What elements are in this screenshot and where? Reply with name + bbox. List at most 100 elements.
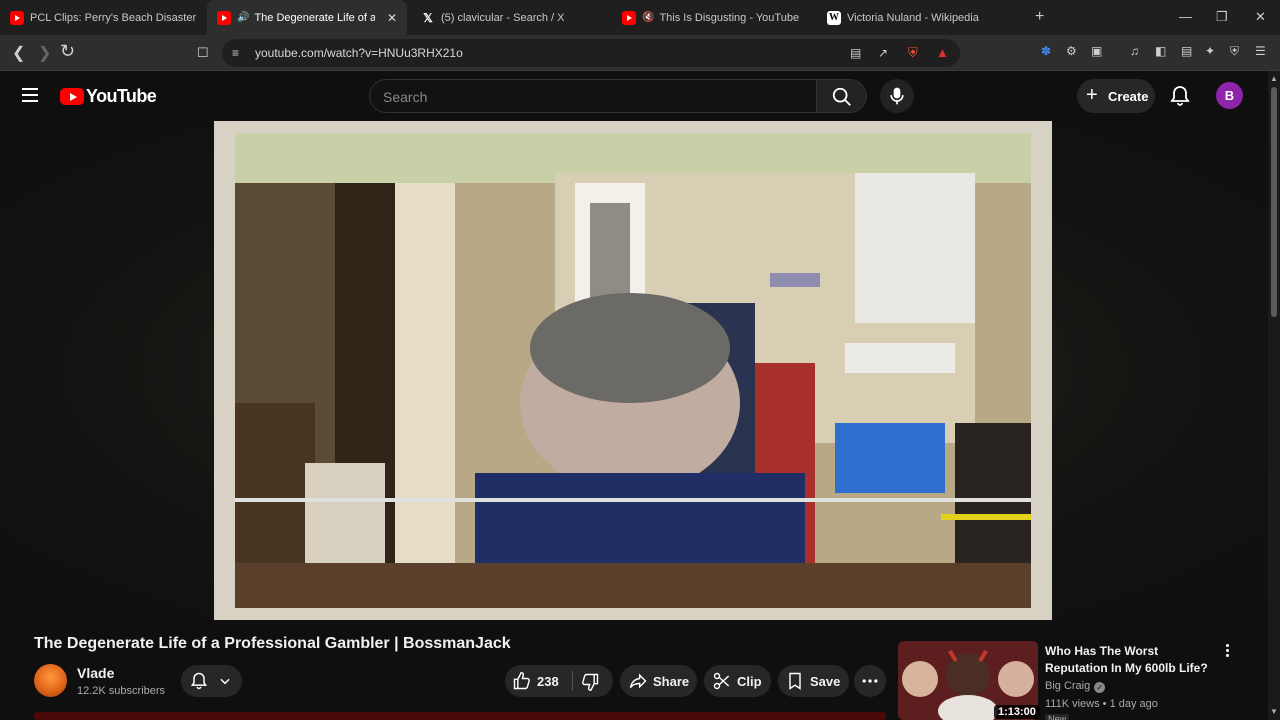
browser-tab[interactable]: W Victoria Nuland - Wikipedia bbox=[817, 0, 1017, 35]
recommendation-title[interactable]: Who Has The Worst Reputation In My 600lb… bbox=[1045, 643, 1215, 677]
like-count[interactable]: 238 bbox=[537, 674, 559, 689]
speaker-icon[interactable]: 🔊 bbox=[237, 12, 249, 23]
clip-label: Clip bbox=[737, 674, 762, 689]
verified-check-icon: ✓ bbox=[1094, 682, 1106, 693]
recommendation-channel-name: Big Craig bbox=[1045, 680, 1091, 692]
save-label: Save bbox=[810, 674, 841, 689]
voice-search-button[interactable] bbox=[880, 79, 914, 113]
save-button[interactable]: Save bbox=[778, 665, 849, 697]
bell-icon bbox=[190, 672, 208, 690]
search-icon bbox=[832, 87, 851, 106]
youtube-logo[interactable]: YouTube bbox=[60, 86, 157, 107]
brave-shields-icon[interactable]: ⛨ bbox=[908, 45, 918, 61]
media-icon[interactable]: ♫ bbox=[1130, 44, 1139, 58]
video-frame-image bbox=[235, 133, 1031, 608]
create-button[interactable]: + Create bbox=[1077, 79, 1155, 113]
url-text[interactable]: youtube.com/watch?v=HNUu3RHX21o bbox=[255, 46, 463, 60]
youtube-play-icon bbox=[60, 88, 84, 105]
browser-tab-title: This Is Disgusting - YouTube bbox=[659, 11, 800, 24]
video-frame bbox=[235, 133, 1031, 608]
new-tab-icon[interactable]: + bbox=[1035, 8, 1044, 26]
share-label: Share bbox=[653, 674, 690, 689]
share-button[interactable]: Share bbox=[620, 665, 697, 697]
video-player[interactable] bbox=[214, 121, 1052, 620]
scrollbar-thumb[interactable] bbox=[1271, 87, 1277, 317]
minimize-icon[interactable]: — bbox=[1179, 9, 1192, 24]
scroll-up-arrow-icon[interactable]: ▲ bbox=[1270, 74, 1278, 83]
page-scrollbar[interactable]: ▲ ▼ bbox=[1268, 71, 1280, 720]
channel-name[interactable]: Vlade bbox=[77, 665, 114, 681]
scroll-down-arrow-icon[interactable]: ▼ bbox=[1270, 707, 1278, 716]
forward-icon[interactable]: ❯ bbox=[38, 43, 51, 63]
reading-list-icon[interactable]: ▣ bbox=[1091, 44, 1102, 58]
bookmark-icon bbox=[789, 672, 801, 690]
browser-tab[interactable]: 𝕏 (5) clavicular - Search / X bbox=[407, 0, 612, 35]
vpn-icon[interactable]: ✽ bbox=[1041, 44, 1051, 58]
site-settings-icon[interactable]: ≡ bbox=[232, 46, 239, 60]
search-input[interactable]: Search bbox=[369, 79, 817, 113]
menu-icon[interactable]: ☰ bbox=[1255, 44, 1266, 58]
leo-ai-icon[interactable]: ✦ bbox=[1205, 44, 1215, 58]
microphone-icon bbox=[890, 87, 904, 105]
recommendation-channel[interactable]: Big Craig ✓ bbox=[1045, 680, 1106, 693]
more-horizontal-icon bbox=[862, 679, 878, 683]
chevron-down-icon bbox=[220, 678, 230, 685]
extensions-icon[interactable]: ⚙ bbox=[1066, 44, 1077, 58]
cast-icon[interactable]: ▤ bbox=[850, 46, 861, 60]
bookmark-icon[interactable]: ☐ bbox=[197, 45, 209, 61]
subscription-notifications-button[interactable] bbox=[181, 665, 242, 697]
wallet-icon[interactable]: ▤ bbox=[1181, 44, 1192, 58]
video-title: The Degenerate Life of a Professional Ga… bbox=[34, 635, 511, 652]
browser-tab-title: Victoria Nuland - Wikipedia bbox=[847, 11, 979, 24]
x-icon: 𝕏 bbox=[423, 10, 433, 25]
youtube-masthead: YouTube Search + Create B bbox=[0, 71, 1280, 121]
new-badge: New bbox=[1045, 714, 1070, 720]
recommendation-meta: 111K views • 1 day ago bbox=[1045, 698, 1158, 710]
browser-tab[interactable]: PCL Clips: Perry's Beach Disaster - Yo bbox=[0, 0, 207, 35]
browser-tab-active[interactable]: 🔊 The Degenerate Life of a Prof ✕ bbox=[207, 0, 407, 35]
wikipedia-icon: W bbox=[827, 10, 841, 25]
restore-icon[interactable]: ❐ bbox=[1216, 9, 1228, 25]
like-dislike-group: 238 bbox=[505, 665, 613, 697]
brave-rewards-icon[interactable]: ▲ bbox=[936, 45, 949, 60]
share-icon bbox=[629, 673, 647, 689]
plus-icon: + bbox=[1086, 84, 1098, 106]
account-avatar[interactable]: B bbox=[1216, 82, 1243, 109]
search-placeholder: Search bbox=[383, 89, 428, 105]
close-window-icon[interactable]: ✕ bbox=[1255, 9, 1266, 25]
like-divider bbox=[572, 671, 573, 691]
browser-tab-title: (5) clavicular - Search / X bbox=[441, 11, 565, 24]
browser-tab-title: The Degenerate Life of a Prof bbox=[254, 11, 375, 24]
browser-toolbar: ❮ ❯ ↻ ☐ ≡ youtube.com/watch?v=HNUu3RHX21… bbox=[0, 35, 1280, 71]
browser-tab-title: PCL Clips: Perry's Beach Disaster - Yo bbox=[30, 11, 197, 24]
video-duration: 1:13:00 bbox=[994, 705, 1040, 719]
youtube-logo-text: YouTube bbox=[86, 86, 157, 106]
close-tab-icon[interactable]: ✕ bbox=[387, 11, 397, 25]
channel-avatar[interactable] bbox=[34, 664, 67, 697]
reload-icon[interactable]: ↻ bbox=[60, 41, 75, 62]
browser-tab[interactable]: 🔇 This Is Disgusting - YouTube bbox=[612, 0, 817, 35]
subscriber-count: 12.2K subscribers bbox=[77, 685, 166, 697]
scissors-icon bbox=[713, 672, 730, 690]
thumbs-up-icon[interactable] bbox=[512, 671, 532, 691]
sidebar-icon[interactable]: ◧ bbox=[1155, 44, 1166, 58]
create-label: Create bbox=[1108, 89, 1149, 104]
muted-speaker-icon[interactable]: 🔇 bbox=[642, 12, 654, 23]
browser-tab-strip: PCL Clips: Perry's Beach Disaster - Yo 🔊… bbox=[0, 0, 1280, 35]
back-icon[interactable]: ❮ bbox=[12, 43, 25, 63]
shield-icon[interactable]: ⛨ bbox=[1230, 44, 1239, 59]
share-page-icon[interactable]: ↗ bbox=[878, 46, 888, 60]
more-vertical-icon[interactable] bbox=[1222, 644, 1232, 660]
youtube-icon bbox=[217, 10, 231, 25]
address-bar[interactable]: ≡ youtube.com/watch?v=HNUu3RHX21o ▤ ↗ ⛨ … bbox=[222, 39, 960, 67]
clip-button[interactable]: Clip bbox=[704, 665, 771, 697]
hamburger-menu-icon[interactable] bbox=[22, 88, 38, 102]
search-button[interactable] bbox=[817, 79, 867, 113]
bell-icon bbox=[1170, 86, 1190, 106]
description-panel-edge bbox=[34, 712, 886, 720]
thumbs-down-icon[interactable] bbox=[580, 672, 600, 692]
notifications-button[interactable] bbox=[1168, 84, 1192, 108]
more-actions-button[interactable] bbox=[854, 665, 886, 697]
youtube-icon bbox=[622, 10, 636, 25]
youtube-icon bbox=[10, 10, 24, 25]
